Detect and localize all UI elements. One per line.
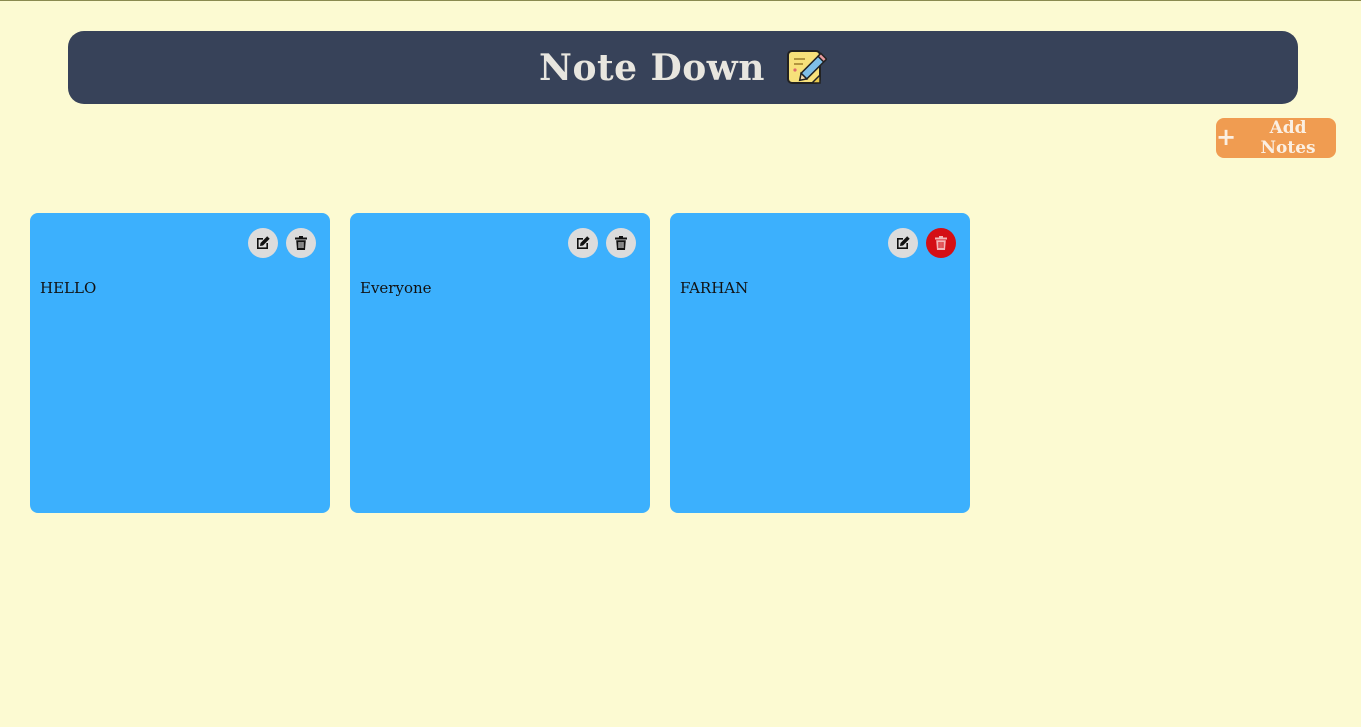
note-card: Everyone [350,213,650,513]
edit-note-button[interactable] [248,228,278,258]
note-actions [568,228,636,258]
notes-grid: HELLO Everyone FARHAN [30,213,970,513]
note-card: FARHAN [670,213,970,513]
edit-icon [257,236,270,249]
delete-note-button[interactable] [606,228,636,258]
app-title: Note Down [539,46,765,89]
note-actions [888,228,956,258]
trash-icon [295,236,307,250]
edit-icon [897,236,910,249]
add-notes-button[interactable]: + Add Notes [1216,118,1336,158]
delete-note-button[interactable] [286,228,316,258]
edit-icon [577,236,590,249]
add-notes-label: Add Notes [1260,118,1316,158]
note-text[interactable]: FARHAN [680,279,748,297]
plus-icon: + [1216,123,1237,151]
note-text[interactable]: Everyone [360,279,432,297]
note-actions [248,228,316,258]
edit-note-button[interactable] [568,228,598,258]
note-text[interactable]: HELLO [40,279,96,297]
trash-icon [615,236,627,250]
sticky-note-pencil-icon [785,47,827,89]
note-card: HELLO [30,213,330,513]
edit-note-button[interactable] [888,228,918,258]
app-header: Note Down [68,31,1298,104]
trash-icon [935,236,947,250]
delete-note-button[interactable] [926,228,956,258]
